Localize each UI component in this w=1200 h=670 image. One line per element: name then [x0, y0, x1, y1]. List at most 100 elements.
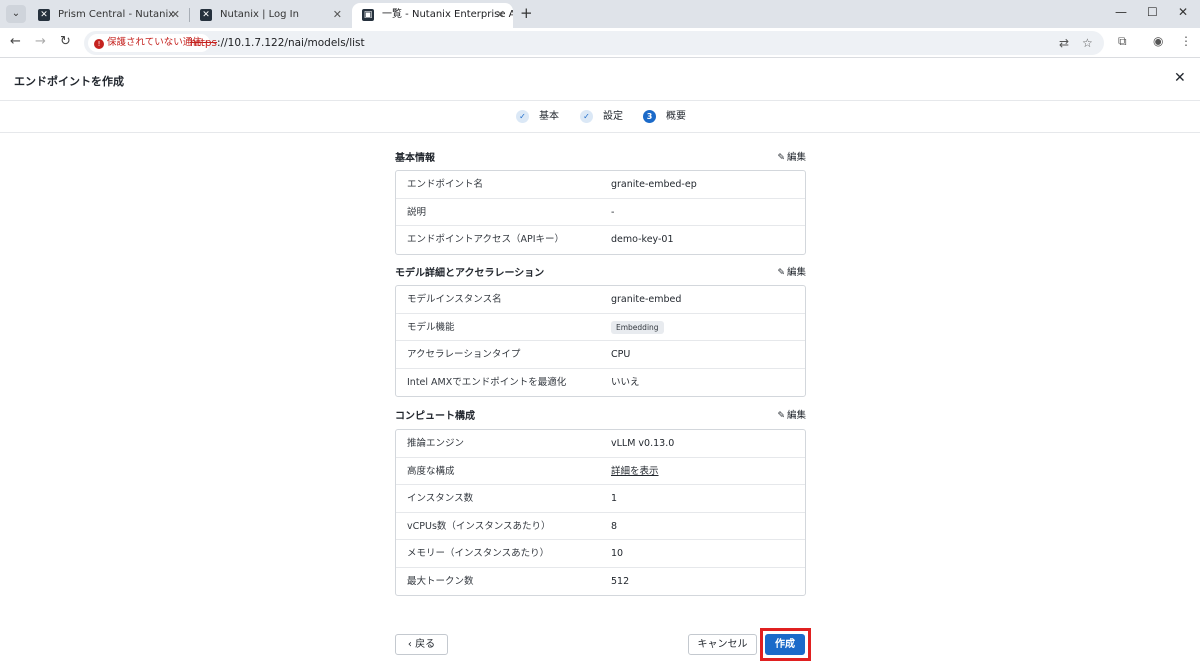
row-value: Embedding [611, 314, 664, 341]
table-row: 最大トークン数 512 [396, 568, 805, 596]
section-title: 基本情報 [395, 153, 435, 164]
modal-title: エンドポイントを作成 [14, 75, 124, 88]
row-label: メモリー（インスタンスあたり） [407, 548, 550, 559]
tab-search-chevron-icon[interactable]: ⌄ [6, 5, 26, 23]
row-value: CPU [611, 349, 631, 360]
section-title: モデル詳細とアクセラレーション [395, 268, 545, 279]
step-settings[interactable]: ✓ 設定 [580, 110, 623, 124]
browser-toolbar: ← → ↻ ! 保護されていない通信 https://10.1.7.122/nai… [0, 28, 1200, 58]
browser-tab-strip: ⌄ ✕ Prism Central - Nutanix ✕ ✕ Nutanix … [0, 0, 1200, 28]
row-label: モデル機能 [407, 321, 455, 333]
row-label: エンドポイントアクセス（APIキー） [407, 234, 565, 245]
row-label: アクセラレーションタイプ [407, 349, 521, 360]
maximize-window-icon[interactable]: ☐ [1147, 5, 1158, 19]
back-button[interactable]: ‹ 戻る [395, 634, 448, 655]
row-label: vCPUs数（インスタンスあたり） [407, 520, 551, 532]
close-window-icon[interactable]: ✕ [1178, 5, 1188, 19]
nutanix-favicon-icon: ✕ [38, 9, 50, 21]
row-value: 8 [611, 520, 618, 532]
browser-menu-icon[interactable]: ⋮ [1180, 34, 1192, 48]
row-value: 512 [611, 575, 630, 587]
step-label: 概要 [666, 111, 686, 122]
minimize-window-icon[interactable]: — [1115, 5, 1127, 19]
pencil-icon: ✎ [777, 153, 785, 163]
bookmark-star-icon[interactable]: ☆ [1082, 36, 1093, 50]
step-check-icon: ✓ [516, 110, 529, 123]
table-row: 説明 - [396, 199, 805, 226]
reload-icon[interactable]: ↻ [60, 34, 71, 49]
table-row: vCPUs数（インスタンスあたり） 8 [396, 513, 805, 540]
table-row: モデル機能 Embedding [396, 314, 805, 341]
row-value: granite-embed [611, 294, 682, 305]
edit-basic-info-button[interactable]: ✎ 編集 [777, 149, 806, 163]
translate-icon[interactable]: ⇄ [1059, 36, 1069, 50]
row-label: 最大トークン数 [407, 575, 474, 587]
modal-header: エンドポイントを作成 ✕ [0, 58, 1200, 101]
step-basic[interactable]: ✓ 基本 [516, 110, 559, 124]
nutanix-favicon-icon: ✕ [200, 9, 212, 21]
cancel-button[interactable]: キャンセル [688, 634, 757, 655]
model-capability-badge: Embedding [611, 320, 664, 334]
row-value: granite-embed-ep [611, 179, 697, 190]
section-model-details-header: モデル詳細とアクセラレーション ✎ 編集 [395, 264, 806, 280]
table-row: モデルインスタンス名 granite-embed [396, 286, 805, 314]
nutanix-ai-favicon-icon: ▣ [362, 9, 374, 21]
step-number: 3 [643, 110, 656, 123]
model-details-table: モデルインスタンス名 granite-embed モデル機能 Embedding… [395, 285, 806, 397]
tab-title: Prism Central - Nutanix [58, 9, 175, 20]
tab-title: 一覧 - Nutanix Enterprise AI [382, 9, 513, 20]
table-row: インスタンス数 1 [396, 485, 805, 513]
row-label: インスタンス数 [407, 493, 474, 504]
address-bar[interactable]: ! 保護されていない通信 https://10.1.7.122/nai/model… [84, 31, 1104, 55]
pencil-icon: ✎ [777, 411, 785, 421]
compute-config-table: 推論エンジン vLLM v0.13.0 高度な構成 詳細を表示 インスタンス数 … [395, 429, 806, 596]
new-tab-plus-icon[interactable]: + [520, 4, 533, 22]
step-label: 基本 [539, 111, 559, 122]
profile-avatar-icon[interactable]: ◉ [1153, 34, 1163, 48]
warning-icon: ! [94, 39, 104, 49]
row-label: エンドポイント名 [407, 179, 484, 190]
modal-close-icon[interactable]: ✕ [1174, 70, 1186, 86]
extensions-puzzle-icon[interactable]: ⧉ [1118, 34, 1127, 49]
table-row: 推論エンジン vLLM v0.13.0 [396, 430, 805, 458]
url-text[interactable]: https://10.1.7.122/nai/models/list [190, 31, 365, 55]
edit-model-details-button[interactable]: ✎ 編集 [777, 264, 806, 278]
browser-tab-prism-central[interactable]: ✕ Prism Central - Nutanix ✕ [28, 3, 188, 28]
create-button[interactable]: 作成 [765, 634, 805, 655]
wizard-stepper: ✓ 基本 ✓ 設定 3 概要 [0, 101, 1200, 133]
tab-title: Nutanix | Log In [220, 9, 299, 20]
row-value: - [611, 206, 615, 218]
row-label: 説明 [407, 206, 427, 218]
browser-tab-nutanix-login[interactable]: ✕ Nutanix | Log In ✕ [190, 3, 350, 28]
row-value: vLLM v0.13.0 [611, 438, 675, 449]
step-summary[interactable]: 3 概要 [643, 110, 686, 124]
edit-compute-config-button[interactable]: ✎ 編集 [777, 407, 806, 421]
tab-close-icon[interactable]: ✕ [171, 3, 180, 27]
pencil-icon: ✎ [777, 268, 785, 278]
table-row: アクセラレーションタイプ CPU [396, 341, 805, 369]
row-label: 高度な構成 [407, 465, 455, 477]
step-check-icon: ✓ [580, 110, 593, 123]
section-basic-info-header: 基本情報 ✎ 編集 [395, 149, 806, 165]
row-label: 推論エンジン [407, 438, 465, 449]
tab-close-icon[interactable]: ✕ [333, 3, 342, 27]
forward-arrow-icon[interactable]: → [35, 34, 46, 49]
row-label: モデルインスタンス名 [407, 294, 502, 305]
table-row: 高度な構成 詳細を表示 [396, 458, 805, 485]
browser-tab-enterprise-ai[interactable]: ▣ 一覧 - Nutanix Enterprise AI ✕ [352, 3, 513, 28]
show-details-link[interactable]: 詳細を表示 [611, 458, 659, 485]
table-row: エンドポイントアクセス（APIキー） demo-key-01 [396, 226, 805, 254]
back-arrow-icon[interactable]: ← [10, 34, 21, 49]
basic-info-table: エンドポイント名 granite-embed-ep 説明 - エンドポイントアク… [395, 170, 806, 255]
row-value: 1 [611, 493, 618, 504]
section-compute-config-header: コンピュート構成 ✎ 編集 [395, 407, 806, 423]
row-label: Intel AMXでエンドポイントを最適化 [407, 376, 567, 388]
step-label: 設定 [603, 111, 623, 122]
tab-close-icon[interactable]: ✕ [496, 3, 505, 27]
row-value: 10 [611, 548, 624, 559]
table-row: エンドポイント名 granite-embed-ep [396, 171, 805, 199]
row-value: いいえ [611, 376, 640, 388]
row-value: demo-key-01 [611, 234, 674, 245]
section-title: コンピュート構成 [395, 411, 475, 422]
table-row: Intel AMXでエンドポイントを最適化 いいえ [396, 369, 805, 397]
